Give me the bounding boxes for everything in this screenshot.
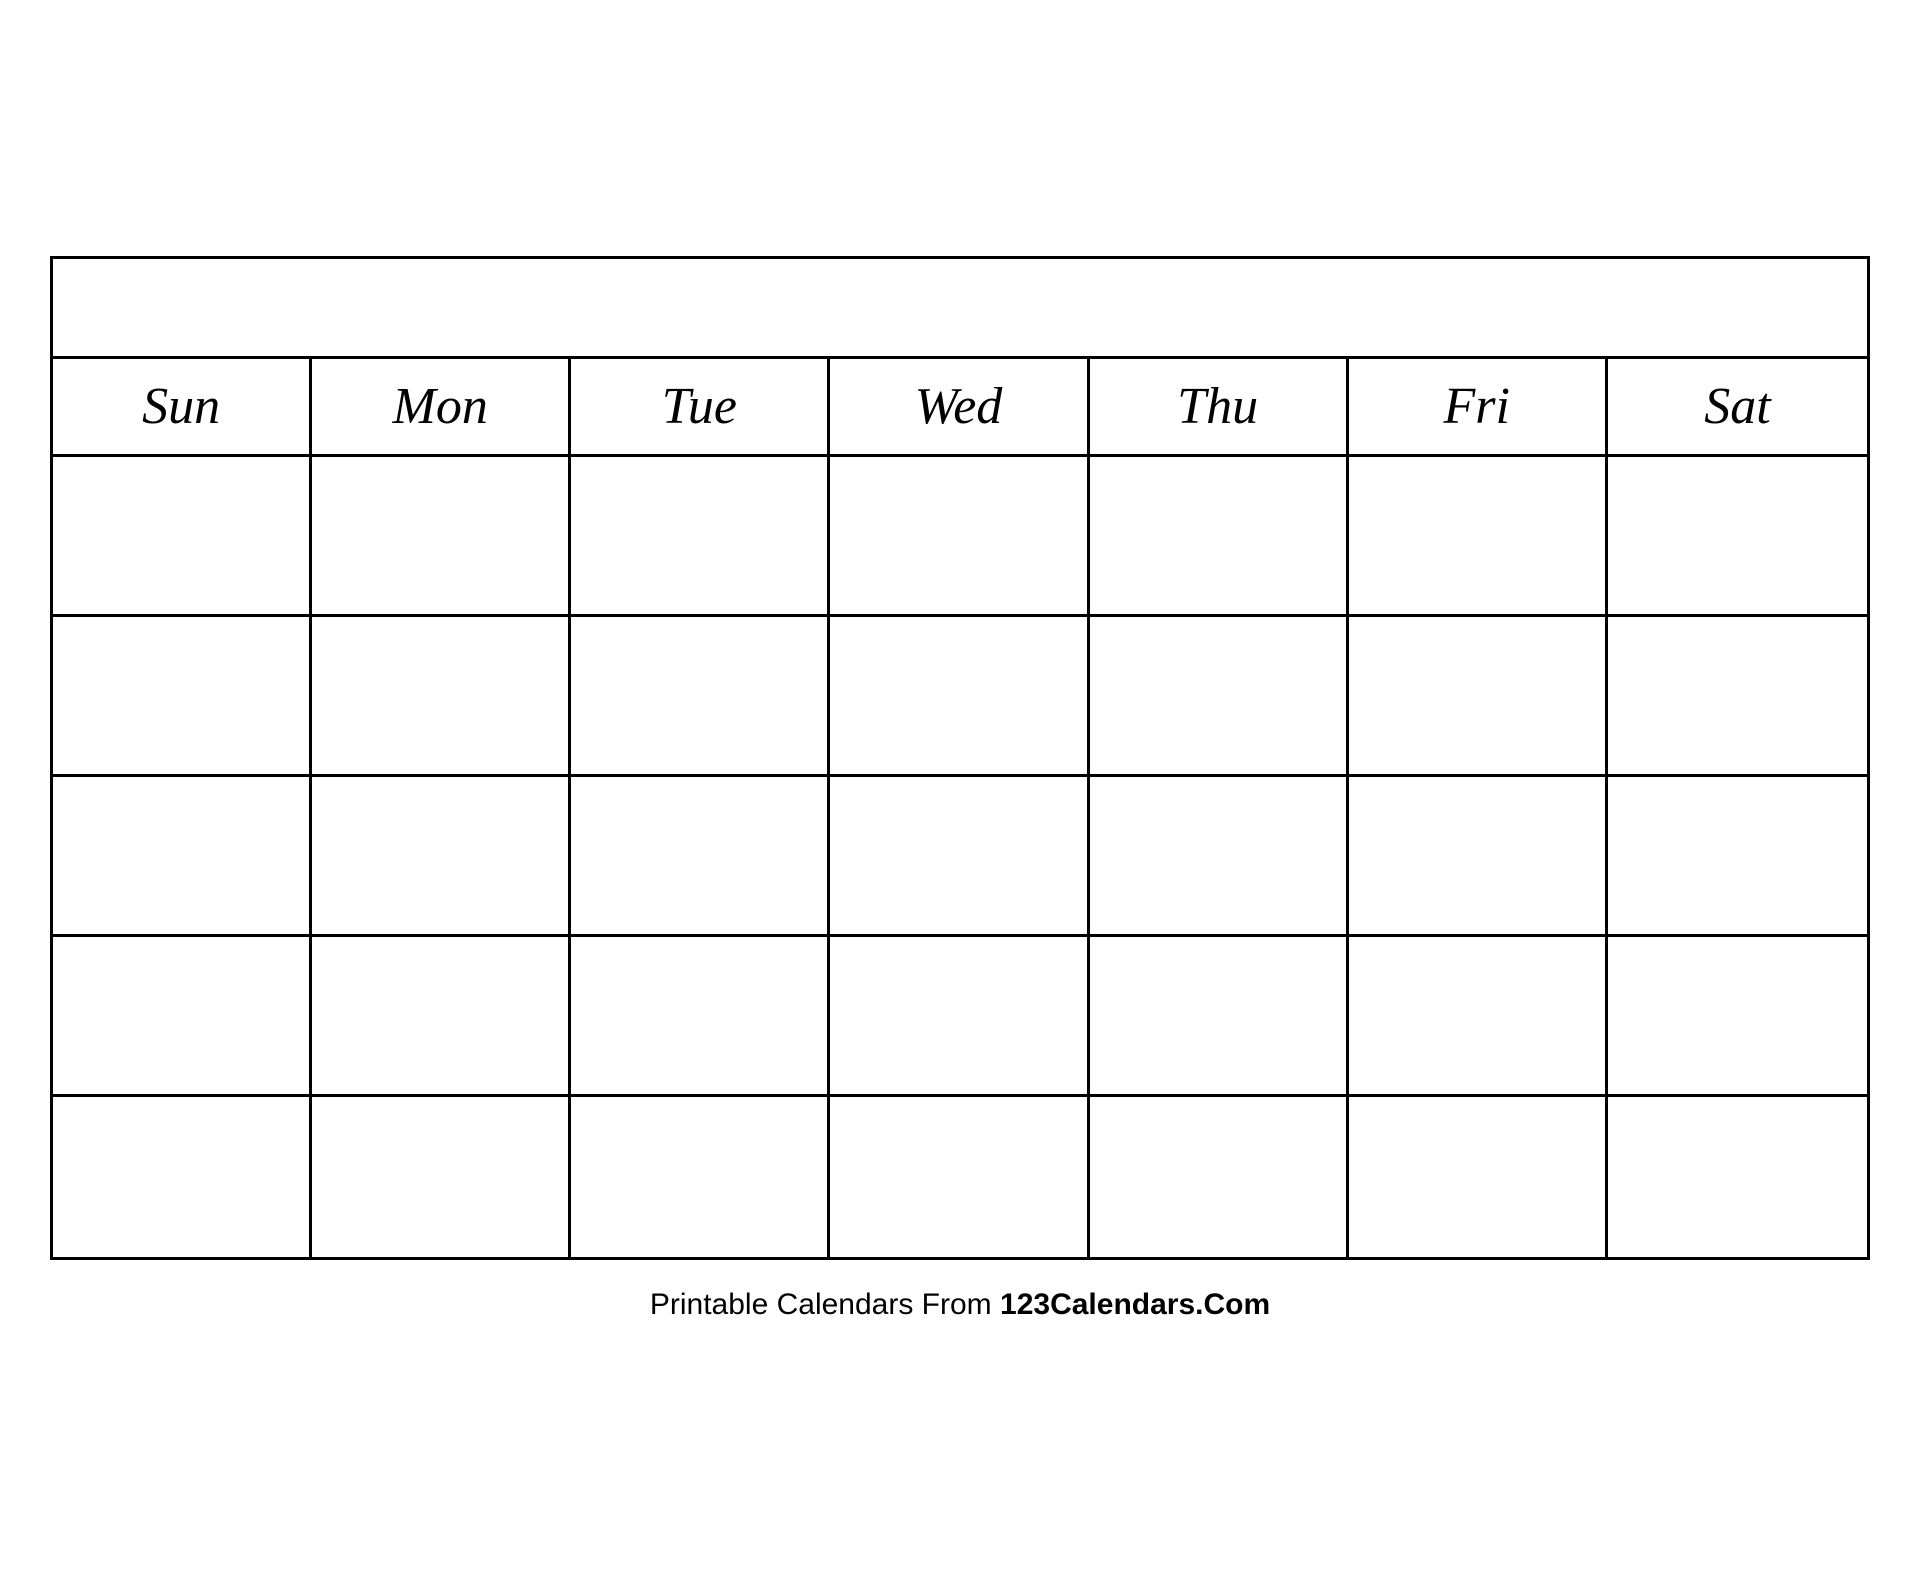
footer: Printable Calendars From 123Calendars.Co… [50,1288,1870,1322]
table-row [1608,937,1867,1097]
day-header-wed: Wed [830,359,1089,454]
table-row [1349,617,1608,777]
table-row [1349,937,1608,1097]
table-row [53,1097,312,1257]
table-row [53,777,312,937]
table-row [830,777,1089,937]
calendar-grid [53,457,1867,1257]
day-header-tue: Tue [571,359,830,454]
day-header-thu: Thu [1090,359,1349,454]
day-header-fri: Fri [1349,359,1608,454]
table-row [830,1097,1089,1257]
table-row [830,457,1089,617]
table-row [830,617,1089,777]
calendar-title-area [53,259,1867,359]
table-row [1090,937,1349,1097]
table-row [53,457,312,617]
day-header-mon: Mon [312,359,571,454]
footer-brand: 123Calendars.Com [1000,1288,1270,1321]
table-row [53,617,312,777]
table-row [1090,457,1349,617]
table-row [312,937,571,1097]
calendar-wrapper: Sun Mon Tue Wed Thu Fri Sat [50,256,1870,1322]
table-row [312,617,571,777]
table-row [312,1097,571,1257]
table-row [53,937,312,1097]
table-row [1090,777,1349,937]
table-row [312,457,571,617]
day-header-sun: Sun [53,359,312,454]
table-row [571,777,830,937]
table-row [1349,457,1608,617]
table-row [571,937,830,1097]
day-header-sat: Sat [1608,359,1867,454]
table-row [571,1097,830,1257]
table-row [1608,777,1867,937]
table-row [1349,1097,1608,1257]
table-row [1608,1097,1867,1257]
table-row [571,617,830,777]
table-row [571,457,830,617]
table-row [1349,777,1608,937]
table-row [1090,617,1349,777]
table-row [312,777,571,937]
calendar-container: Sun Mon Tue Wed Thu Fri Sat [50,256,1870,1260]
table-row [1608,617,1867,777]
footer-prefix: Printable Calendars From [650,1288,1000,1321]
table-row [1090,1097,1349,1257]
day-headers-row: Sun Mon Tue Wed Thu Fri Sat [53,359,1867,457]
table-row [1608,457,1867,617]
table-row [830,937,1089,1097]
